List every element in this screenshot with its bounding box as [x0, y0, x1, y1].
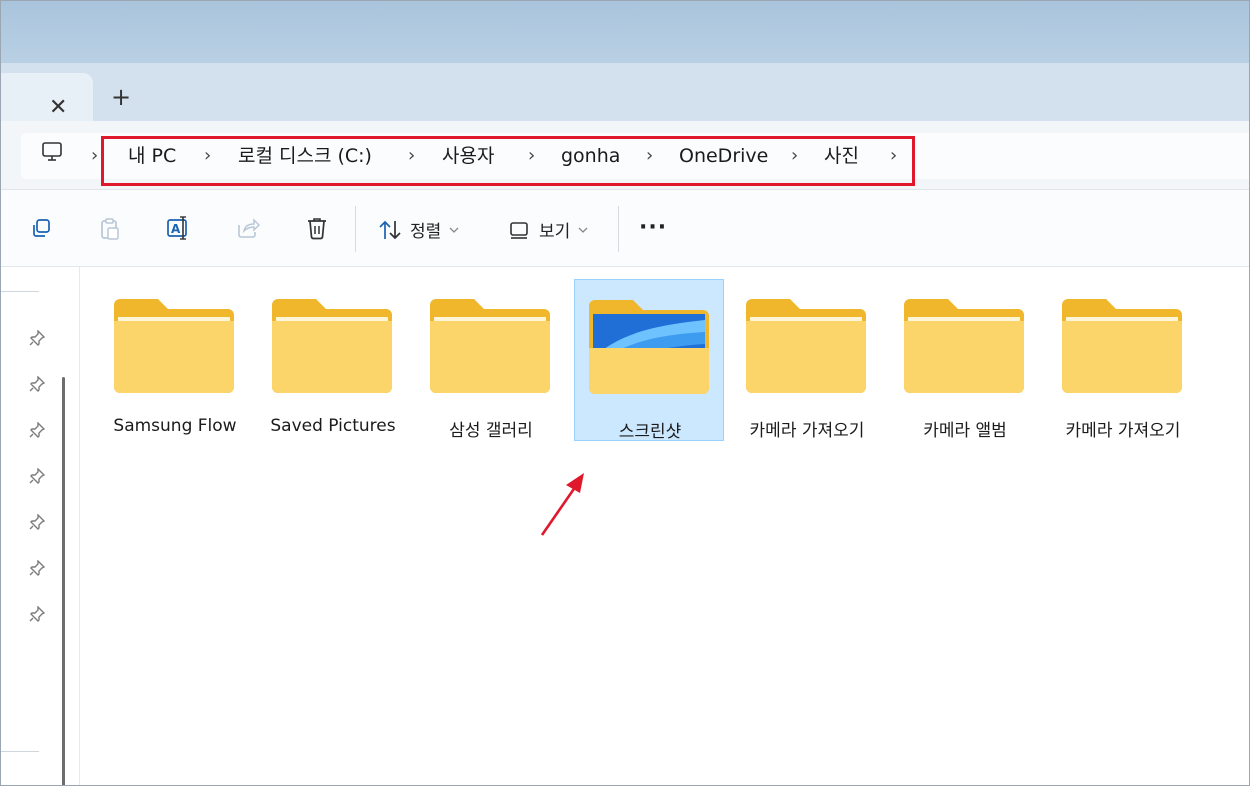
folder-name: 카메라 가져오기	[1065, 421, 1181, 441]
folder-item[interactable]: Samsung Flow	[100, 279, 250, 441]
folder-icon	[746, 299, 866, 393]
folder-name: 스크린샷	[618, 422, 682, 442]
folder-item[interactable]: 카메라 가져오기	[1048, 279, 1198, 441]
folder-icon	[589, 300, 709, 394]
pin-icon[interactable]	[29, 468, 45, 484]
pin-icon[interactable]	[29, 376, 45, 392]
folder-icon	[1062, 299, 1182, 393]
copy-icon[interactable]	[30, 217, 52, 239]
toolbar-divider	[355, 206, 356, 252]
folder-name: 카메라 가져오기	[749, 421, 865, 441]
rename-icon[interactable]: A	[166, 216, 192, 240]
folder-icon	[114, 299, 234, 393]
delete-icon[interactable]	[306, 216, 328, 240]
pin-icon[interactable]	[29, 606, 45, 622]
folder-item[interactable]: 삼성 갤러리	[416, 279, 566, 441]
more-options-button[interactable]: ···	[639, 215, 667, 240]
folder-item-selected[interactable]: 스크린샷	[574, 279, 724, 442]
view-icon	[510, 221, 528, 239]
sort-label: 정렬	[410, 222, 442, 242]
paste-icon[interactable]	[99, 217, 121, 241]
close-tab-icon[interactable]: ✕	[49, 97, 67, 119]
pin-icon[interactable]	[29, 560, 45, 576]
folder-item[interactable]: 카메라 앨범	[890, 279, 1040, 441]
folder-name: Saved Pictures	[270, 416, 396, 436]
tab-strip: ✕ +	[1, 63, 1249, 121]
pin-icon[interactable]	[29, 422, 45, 438]
chevron-right-icon[interactable]: ›	[91, 144, 98, 168]
chevron-down-icon	[578, 227, 588, 233]
annotation-arrow-icon	[540, 473, 584, 536]
title-bar	[1, 1, 1249, 63]
share-icon[interactable]	[236, 217, 260, 239]
tab-current[interactable]: ✕	[1, 73, 93, 121]
folder-name: 삼성 갤러리	[449, 421, 533, 441]
file-explorer-window: ✕ + › 내 PC › 로컬 디스크 (C:) › 사용자 › gonha ›…	[0, 0, 1250, 786]
annotation-highlight-box	[101, 136, 915, 186]
sort-button[interactable]: 정렬	[378, 217, 459, 242]
toolbar-divider	[618, 206, 619, 252]
computer-icon[interactable]	[41, 142, 63, 162]
more-icon: ···	[639, 215, 668, 240]
view-button[interactable]: 보기	[509, 217, 588, 242]
folder-icon	[904, 299, 1024, 393]
navigation-scrollbar[interactable]	[62, 377, 65, 785]
pin-icon[interactable]	[29, 514, 45, 530]
pin-icon[interactable]	[29, 330, 45, 346]
new-tab-icon[interactable]: +	[111, 85, 131, 109]
folder-icon	[272, 299, 392, 393]
chevron-down-icon	[449, 227, 459, 233]
folder-item[interactable]: 카메라 가져오기	[732, 279, 882, 441]
folder-icon	[430, 299, 550, 393]
view-label: 보기	[539, 222, 571, 242]
sort-icon	[379, 220, 401, 239]
pane-divider	[1, 291, 39, 292]
folder-name: Samsung Flow	[113, 416, 237, 436]
folder-item[interactable]: Saved Pictures	[258, 279, 408, 441]
pane-divider	[1, 751, 39, 752]
svg-text:A: A	[171, 222, 181, 236]
folder-name: 카메라 앨범	[923, 421, 1007, 441]
